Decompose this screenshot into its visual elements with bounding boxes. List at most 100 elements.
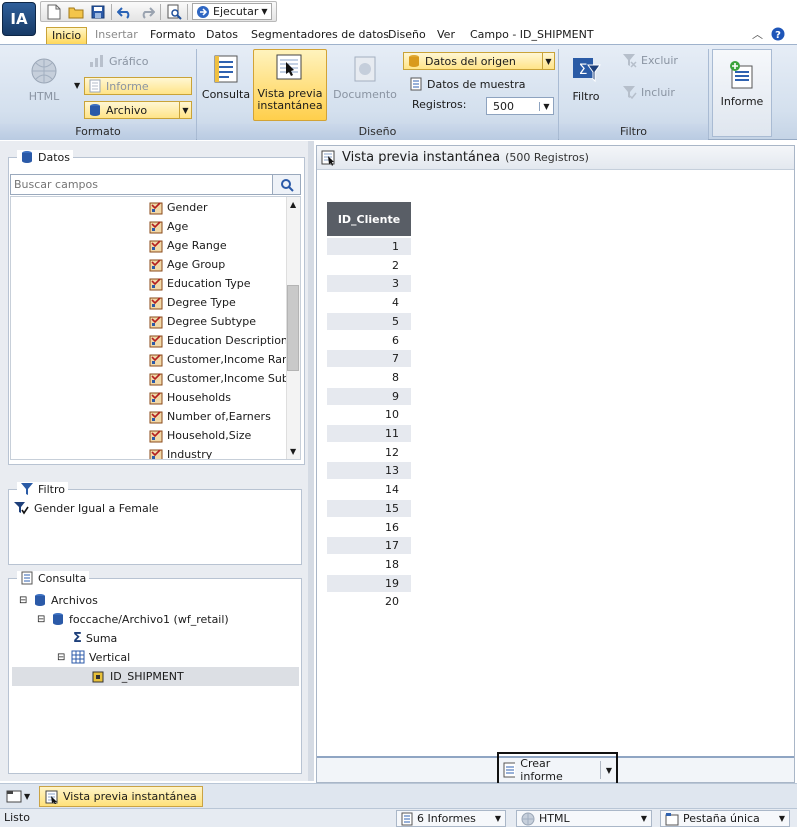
save-icon[interactable] — [89, 3, 107, 21]
app-logo[interactable]: IA — [2, 2, 36, 36]
chevron-down-icon[interactable]: ▼ — [641, 814, 647, 823]
table-row[interactable]: 16 — [327, 519, 411, 536]
help-icon[interactable]: ? — [771, 27, 785, 41]
grafico-button[interactable]: Gráfico — [86, 52, 194, 70]
tree-node-field-selected[interactable]: ID_SHIPMENT — [12, 667, 299, 686]
tab-menu-button[interactable]: ▼ — [6, 789, 30, 803]
field-item[interactable]: Industry — [149, 445, 212, 459]
chevron-down-icon[interactable]: ▼ — [542, 52, 554, 70]
print-preview-icon[interactable] — [165, 3, 183, 21]
table-row[interactable]: 10 — [327, 406, 411, 423]
table-row[interactable]: 8 — [327, 369, 411, 386]
registros-select[interactable]: 500 ▼ — [486, 97, 554, 115]
format-selector[interactable]: HTML ▼ — [516, 810, 652, 827]
field-item[interactable]: Households — [149, 388, 231, 407]
table-row[interactable]: 7 — [327, 350, 411, 368]
field-item[interactable]: Education Description — [149, 331, 288, 350]
collapse-icon[interactable]: ⊟ — [19, 595, 29, 606]
filtro-button[interactable]: Σ Filtro — [566, 55, 606, 103]
field-list-scrollbar[interactable]: ▲ ▼ — [286, 197, 300, 459]
redo-icon[interactable] — [138, 3, 156, 21]
tab-datos[interactable]: Datos — [206, 27, 238, 44]
scroll-down-icon[interactable]: ▼ — [290, 447, 296, 456]
excluir-button[interactable]: Excluir — [618, 51, 704, 69]
collapse-icon[interactable]: ⊟ — [57, 652, 67, 663]
field-item[interactable]: Education Type — [149, 274, 251, 293]
table-row[interactable]: 4 — [327, 294, 411, 311]
consulta-button[interactable]: Consulta — [201, 53, 251, 101]
informe-format-button[interactable]: Informe — [84, 77, 192, 95]
table-row[interactable]: 9 — [327, 387, 411, 405]
table-row[interactable]: 11 — [327, 425, 411, 442]
tree-node-archivos[interactable]: ⊟ Archivos — [19, 593, 98, 607]
tab-segmentadores[interactable]: Segmentadores de datos — [251, 27, 389, 44]
table-row[interactable]: 3 — [327, 275, 411, 293]
chevron-down-icon[interactable]: ▼ — [779, 814, 785, 823]
chevron-down-icon[interactable]: ▼ — [261, 7, 267, 16]
datos-muestra-button[interactable]: Datos de muestra — [406, 75, 556, 93]
archivo-button[interactable]: Archivo ▼ — [84, 101, 192, 119]
new-document-icon[interactable] — [45, 3, 63, 21]
tree-node-vertical[interactable]: ⊟ Vertical — [57, 650, 130, 664]
tab-ver[interactable]: Ver — [437, 27, 455, 44]
table-row[interactable]: 19 — [327, 574, 411, 592]
table-row[interactable]: 14 — [327, 481, 411, 498]
field-item[interactable]: Age Range — [149, 236, 227, 255]
chevron-down-icon[interactable]: ▼ — [179, 101, 191, 119]
chevron-down-icon[interactable]: ▼ — [74, 81, 80, 90]
undo-icon[interactable] — [116, 3, 134, 21]
panel-splitter[interactable] — [308, 141, 314, 781]
incluir-button[interactable]: Incluir — [618, 83, 704, 101]
table-row[interactable]: 18 — [327, 556, 411, 573]
document-tab[interactable]: Vista previa instantánea — [39, 786, 203, 807]
filter-condition[interactable]: Gender Igual a Female — [13, 500, 159, 516]
table-row[interactable]: 6 — [327, 332, 411, 349]
field-item[interactable]: Customer,Income Subra — [149, 369, 300, 388]
table-row[interactable]: 1 — [327, 238, 411, 255]
table-row[interactable]: 12 — [327, 444, 411, 461]
search-field[interactable] — [10, 174, 301, 195]
tree-node-suma[interactable]: Σ Suma — [73, 631, 117, 646]
scroll-up-icon[interactable]: ▲ — [290, 200, 296, 209]
documento-button[interactable]: Documento — [333, 53, 397, 101]
vista-previa-button[interactable]: Vista previa instantánea — [253, 49, 327, 121]
table-row[interactable]: 20 — [327, 593, 411, 610]
tree-node-source[interactable]: ⊟ foccache/Archivo1 (wf_retail) — [37, 612, 229, 626]
table-column-header[interactable]: ID_Cliente — [327, 202, 411, 236]
tab-formato[interactable]: Formato — [150, 27, 196, 44]
field-item[interactable]: Gender — [149, 198, 208, 217]
open-folder-icon[interactable] — [67, 3, 85, 21]
scrollbar-thumb[interactable] — [287, 285, 299, 371]
crear-informe-button[interactable]: Crear informe ▼ — [499, 757, 616, 783]
search-icon[interactable] — [272, 175, 300, 194]
table-row[interactable]: 2 — [327, 257, 411, 274]
field-item[interactable]: Household,Size — [149, 426, 251, 445]
chevron-down-icon[interactable]: ▼ — [539, 101, 553, 111]
pestana-selector[interactable]: Pestaña única ▼ — [660, 810, 790, 827]
html-format-button[interactable]: HTML — [14, 55, 74, 103]
field-item[interactable]: Degree Subtype — [149, 312, 256, 331]
chevron-down-icon[interactable]: ▼ — [24, 792, 30, 801]
tab-insertar[interactable]: Insertar — [95, 27, 138, 44]
field-item[interactable]: Number of,Earners — [149, 407, 271, 426]
informe-new-button[interactable]: Informe — [712, 49, 772, 137]
collapse-ribbon-icon[interactable]: ︿ — [752, 26, 763, 42]
table-row[interactable]: 13 — [327, 462, 411, 480]
tab-diseno[interactable]: Diseño — [388, 27, 426, 44]
field-item[interactable]: Age Group — [149, 255, 225, 274]
table-row[interactable]: 15 — [327, 499, 411, 517]
field-item[interactable]: Customer,Income Range — [149, 350, 300, 369]
table-row[interactable]: 5 — [327, 312, 411, 330]
table-row[interactable]: 17 — [327, 537, 411, 555]
informes-selector[interactable]: 6 Informes ▼ — [396, 810, 506, 827]
field-item[interactable]: Degree Type — [149, 293, 236, 312]
datos-origen-select[interactable]: Datos del origen ▼ — [403, 52, 555, 70]
tab-campo[interactable]: Campo - ID_SHIPMENT — [470, 27, 594, 44]
run-button[interactable]: Ejecutar ▼ — [192, 3, 272, 20]
tab-inicio[interactable]: Inicio — [46, 27, 88, 44]
chevron-down-icon[interactable]: ▼ — [606, 766, 612, 775]
field-item[interactable]: Age — [149, 217, 188, 236]
collapse-icon[interactable]: ⊟ — [37, 614, 47, 625]
search-input[interactable] — [11, 175, 272, 194]
chevron-down-icon[interactable]: ▼ — [495, 814, 501, 823]
